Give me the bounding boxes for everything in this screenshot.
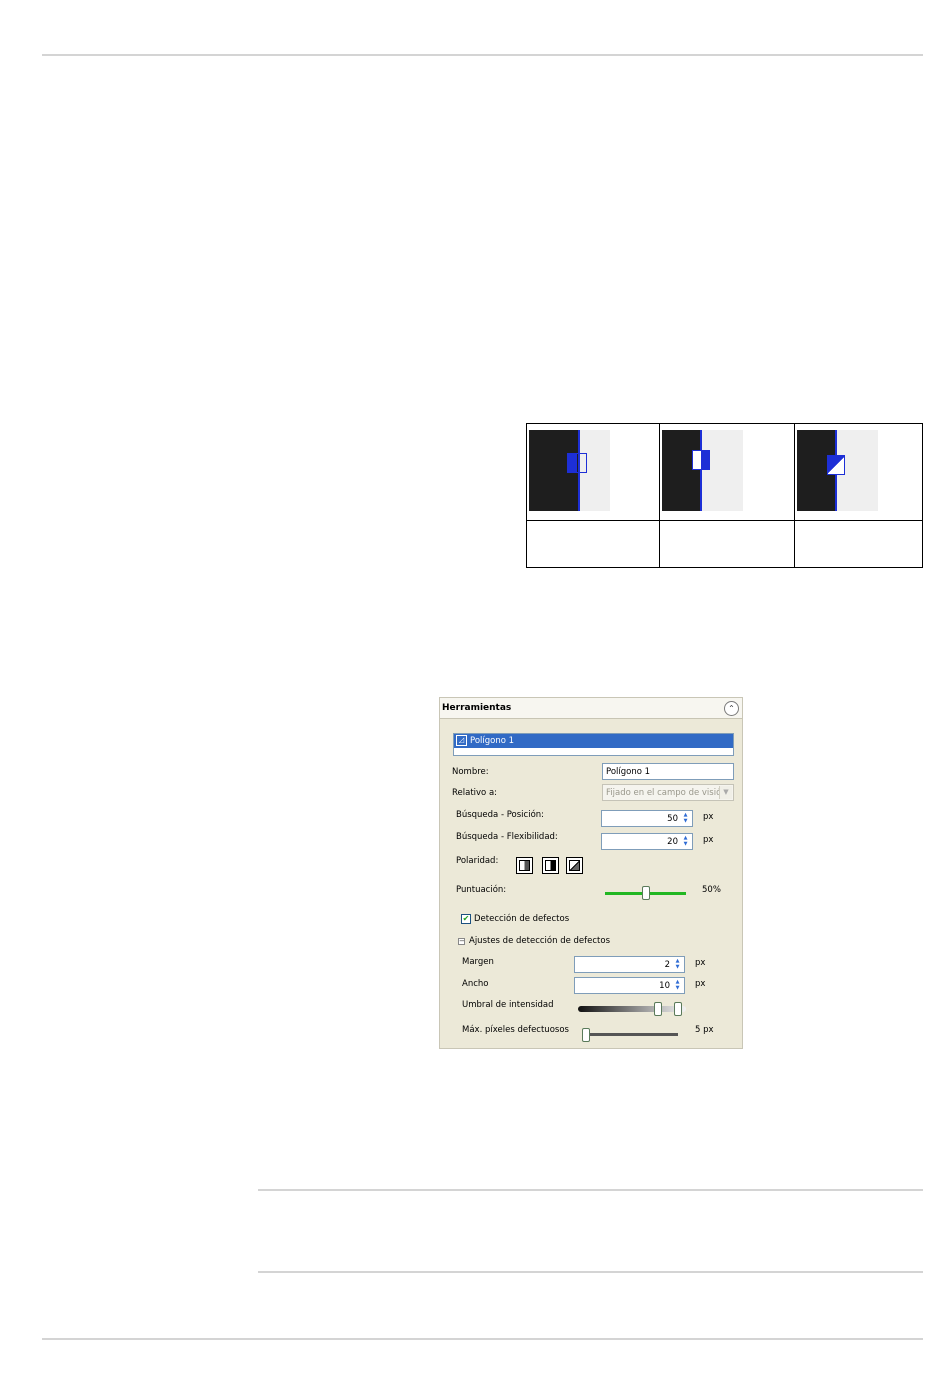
top-rule	[42, 54, 923, 56]
search-flexibility-unit: px	[703, 835, 714, 845]
width-stepper[interactable]: 10 ▲ ▼	[574, 977, 685, 994]
panel-title: Herramientas	[442, 703, 512, 713]
polarity-dark-to-light-button[interactable]	[516, 857, 533, 874]
max-defective-pixels-label: Máx. píxeles defectuosos	[462, 1025, 569, 1035]
dark-to-light-icon	[519, 860, 530, 871]
name-field-value: Polígono 1	[606, 767, 651, 777]
defect-detection-label: Detección de defectos	[474, 914, 570, 924]
polarity-example-cell-3	[795, 424, 922, 567]
separator-rule-2	[258, 1271, 923, 1273]
search-position-stepper[interactable]: 50 ▲ ▼	[601, 810, 693, 827]
width-label: Ancho	[462, 979, 489, 989]
intensity-threshold-thumb-low[interactable]	[654, 1002, 662, 1016]
separator-rule-1	[258, 1189, 923, 1191]
defect-detection-checkbox[interactable]: ✔	[461, 914, 471, 924]
name-label: Nombre:	[452, 767, 489, 777]
width-unit: px	[695, 979, 706, 989]
tool-list-item-selected[interactable]: ◿ Polígono 1	[454, 734, 733, 748]
polarity-example-cell-2	[660, 424, 795, 567]
light-to-dark-icon	[545, 860, 556, 871]
figure-caption-divider	[527, 520, 922, 521]
relative-to-label: Relativo a:	[452, 788, 498, 798]
edge-example-image-1	[529, 430, 610, 511]
chevron-down-icon[interactable]: ▼	[719, 786, 732, 799]
polarity-label: Polaridad:	[456, 856, 499, 866]
bottom-rule	[42, 1338, 923, 1340]
spinner-arrows-icon[interactable]: ▲ ▼	[672, 958, 683, 971]
width-value: 10	[659, 981, 670, 991]
panel-header: Herramientas ⌃	[440, 698, 742, 719]
search-flexibility-label: Búsqueda - Flexibilidad:	[456, 832, 558, 842]
max-defective-pixels-value: 5 px	[695, 1025, 714, 1035]
score-slider-thumb[interactable]	[641, 886, 650, 900]
search-flexibility-stepper[interactable]: 20 ▲ ▼	[601, 833, 693, 850]
spinner-arrows-icon[interactable]: ▲ ▼	[680, 835, 691, 848]
defect-settings-label: Ajustes de detección de defectos	[469, 936, 611, 946]
margin-label: Margen	[462, 957, 494, 967]
intensity-threshold-thumb-high[interactable]	[674, 1002, 682, 1016]
search-position-label: Búsqueda - Posición:	[456, 810, 545, 820]
collapse-toggle-icon[interactable]: −	[458, 938, 465, 945]
polygon-tool-icon: ◿	[456, 735, 467, 746]
search-position-unit: px	[703, 812, 714, 822]
edge-example-image-3	[797, 430, 878, 511]
spinner-arrows-icon[interactable]: ▲ ▼	[672, 979, 683, 992]
polarity-any-button[interactable]	[566, 857, 583, 874]
any-polarity-icon	[569, 860, 580, 871]
score-label: Puntuación:	[456, 885, 507, 895]
max-defective-pixels-track[interactable]	[582, 1033, 678, 1036]
spinner-arrows-icon[interactable]: ▲ ▼	[680, 812, 691, 825]
tools-panel: Herramientas ⌃ ◿ Polígono 1 Nombre: Polí…	[439, 697, 743, 1049]
tool-list[interactable]: ◿ Polígono 1	[453, 733, 734, 756]
edge-example-image-2	[662, 430, 743, 511]
double-chevron-up-icon[interactable]: ⌃	[724, 701, 739, 716]
intensity-threshold-track[interactable]	[578, 1006, 686, 1012]
margin-value: 2	[664, 960, 670, 970]
max-defective-pixels-thumb[interactable]	[582, 1028, 590, 1042]
name-field[interactable]: Polígono 1	[602, 763, 734, 780]
margin-unit: px	[695, 958, 706, 968]
relative-to-value: Fijado en el campo de visión	[606, 788, 727, 798]
search-flexibility-value: 20	[667, 837, 678, 847]
score-value: 50%	[702, 885, 721, 895]
polarity-light-to-dark-button[interactable]	[542, 857, 559, 874]
polarity-example-cell-1	[527, 424, 660, 567]
intensity-threshold-label: Umbral de intensidad	[462, 1000, 554, 1010]
polarity-example-table	[526, 423, 923, 568]
search-position-value: 50	[667, 814, 678, 824]
tool-list-item-label: Polígono 1	[470, 736, 515, 746]
relative-to-select[interactable]: Fijado en el campo de visión ▼	[602, 784, 734, 801]
margin-stepper[interactable]: 2 ▲ ▼	[574, 956, 685, 973]
